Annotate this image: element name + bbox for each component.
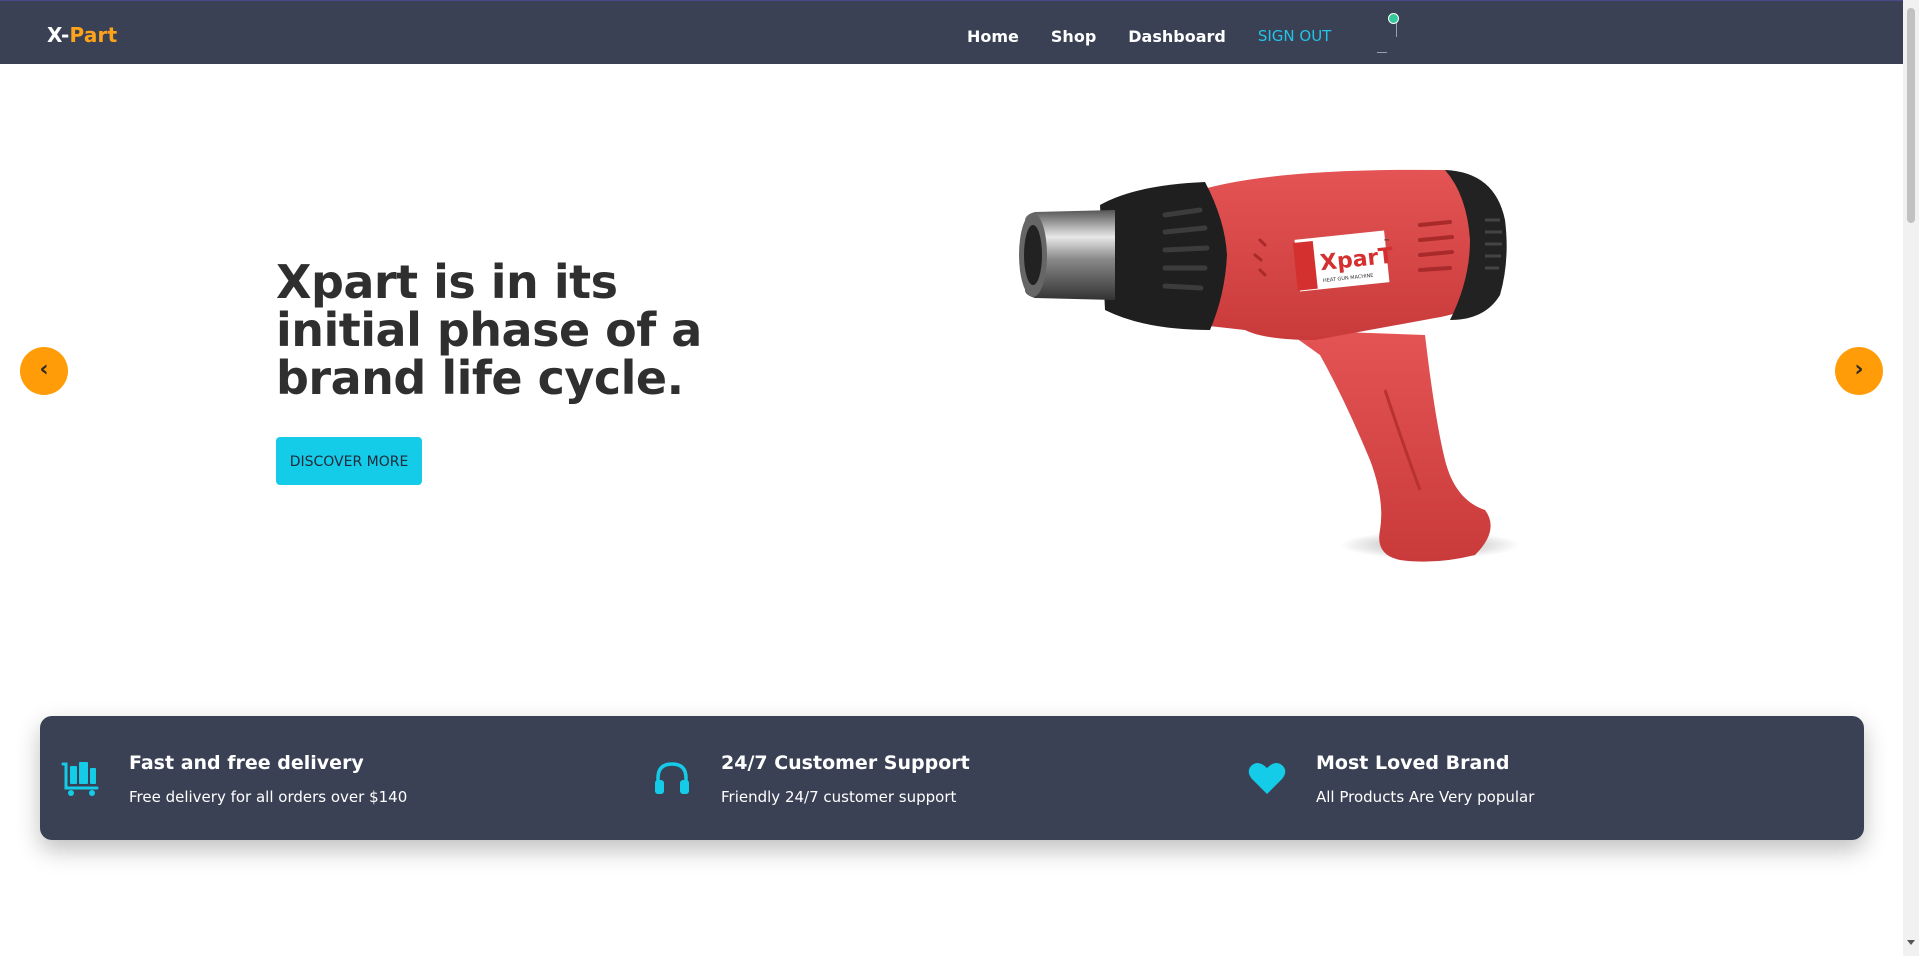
carousel-prev-button[interactable]: ‹ — [20, 347, 68, 395]
brand-logo[interactable]: X-Part — [47, 23, 117, 47]
product-trademark: ™ — [1383, 238, 1390, 246]
cart-icon — [1396, 23, 1398, 37]
cart-underline — [1377, 52, 1388, 53]
hero-title: Xpart is in its initial phase of a brand… — [276, 255, 702, 405]
brand-prefix: X- — [47, 23, 70, 47]
signout-link[interactable]: SIGN OUT — [1258, 27, 1332, 45]
headphones-icon — [655, 762, 689, 794]
navbar: X-Part Home Shop Dashboard SIGN OUT — [0, 0, 1903, 64]
page-scrollbar[interactable] — [1903, 0, 1919, 956]
feature-title: Most Loved Brand — [1316, 752, 1510, 774]
feature-title: Fast and free delivery — [129, 752, 364, 774]
cart-button[interactable] — [1363, 7, 1400, 53]
carousel-next-button[interactable]: › — [1835, 347, 1883, 395]
nav-link-home[interactable]: Home — [967, 27, 1019, 46]
discover-more-button[interactable]: DISCOVER MORE — [276, 437, 422, 485]
cart-badge — [1388, 13, 1400, 24]
nav-link-dashboard[interactable]: Dashboard — [1128, 27, 1226, 46]
nav-links: Home Shop Dashboard SIGN OUT — [967, 13, 1400, 53]
heat-gun-image: XparT HEAT GUN MACHINE ™ — [1019, 169, 1520, 562]
scroll-down-arrow-icon[interactable] — [1907, 940, 1915, 945]
scrollbar-thumb[interactable] — [1907, 8, 1915, 223]
feature-title: 24/7 Customer Support — [721, 752, 970, 774]
brand-suffix: Part — [69, 23, 118, 47]
feature-desc: Free delivery for all orders over $140 — [129, 788, 408, 806]
feature-desc: Friendly 24/7 customer support — [721, 788, 957, 806]
delivery-cart-icon — [61, 762, 99, 796]
features-bar: Fast and free delivery Free delivery for… — [40, 716, 1864, 840]
page: X-Part Home Shop Dashboard SIGN OUT ‹ › … — [0, 0, 1903, 956]
heart-icon — [1248, 762, 1286, 794]
nav-link-shop[interactable]: Shop — [1051, 27, 1096, 46]
feature-desc: All Products Are Very popular — [1316, 788, 1535, 806]
